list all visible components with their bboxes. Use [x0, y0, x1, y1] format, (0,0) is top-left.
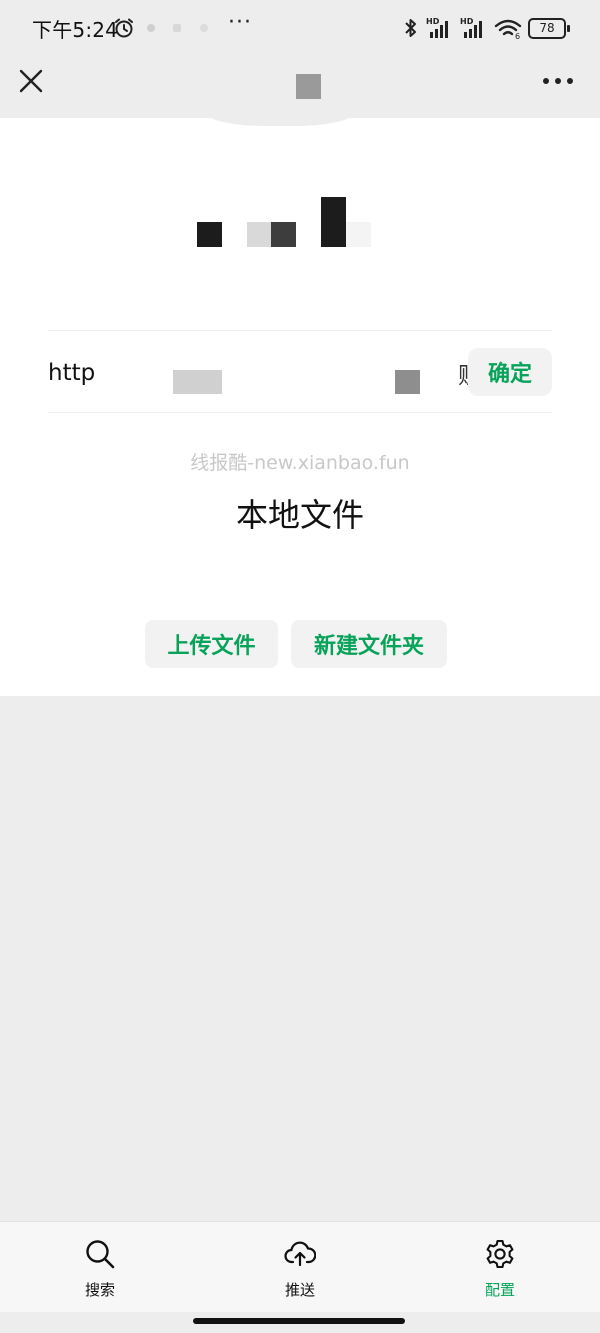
logo-redacted-block	[247, 222, 272, 247]
logo-redacted-block	[321, 197, 346, 247]
tab-push[interactable]: 推送	[240, 1222, 360, 1312]
section-title: 本地文件	[235, 496, 364, 534]
action-row: 上传文件 新建文件夹	[0, 620, 600, 668]
tab-push-label: 推送	[284, 1281, 315, 1299]
wifi-sub-label: 6	[515, 32, 520, 40]
tab-search-label: 搜索	[84, 1281, 115, 1299]
tab-config-label: 配置	[484, 1281, 515, 1299]
signal-hd-icon: HD	[426, 17, 448, 38]
battery-indicator: 78	[528, 17, 570, 39]
url-redacted-block	[395, 370, 420, 394]
signal-hd-2-icon: HD	[460, 17, 482, 38]
confirm-button[interactable]: 确定	[468, 348, 552, 396]
notification-app-icon	[173, 24, 181, 32]
watermark-text: 线报酷-new.xianbao.fun	[190, 452, 410, 474]
alarm-icon	[115, 18, 133, 38]
tab-config[interactable]: 配置	[440, 1222, 560, 1312]
close-icon[interactable]	[14, 64, 48, 98]
notification-shield-icon	[200, 24, 208, 32]
status-bar: 下午5:24 ··· HD HD 6 78	[0, 0, 600, 56]
status-more-icon: ···	[228, 10, 252, 35]
nav-bar	[0, 56, 600, 118]
logo-redacted-block	[346, 222, 371, 247]
divider	[48, 330, 552, 331]
logo-redacted-block	[271, 222, 296, 247]
upload-file-button[interactable]: 上传文件	[145, 620, 278, 668]
more-horizontal-icon[interactable]	[538, 66, 578, 96]
content-panel: 贩 确定 线报酷-new.xianbao.fun 本地文件 上传文件 新建文件夹	[0, 112, 600, 696]
bluetooth-icon	[405, 19, 416, 37]
url-row: 贩 确定	[48, 330, 552, 413]
tab-bar: 搜索 推送 配置	[0, 1221, 600, 1312]
new-folder-button[interactable]: 新建文件夹	[291, 620, 447, 668]
logo-redacted-block	[197, 222, 222, 247]
gear-icon	[486, 1239, 514, 1269]
notification-dot-icon	[147, 24, 155, 32]
upload-cloud-icon	[284, 1241, 316, 1267]
hd-label: HD	[426, 17, 440, 26]
url-redacted-block	[173, 370, 222, 394]
nav-title-redacted	[296, 74, 321, 99]
screen: 下午5:24 ··· HD HD 6 78 http 确定 线报酷-new.xi…	[0, 0, 600, 1333]
hd-label-2: HD	[460, 17, 474, 26]
panel-top-shade	[205, 112, 355, 126]
wifi-icon: 6	[494, 19, 522, 40]
home-indicator[interactable]	[193, 1318, 405, 1324]
search-icon	[86, 1240, 115, 1269]
status-right-group: HD HD 6 78	[402, 15, 570, 41]
divider	[48, 412, 552, 413]
tab-search[interactable]: 搜索	[40, 1222, 160, 1312]
status-time: 下午5:24	[32, 18, 119, 42]
